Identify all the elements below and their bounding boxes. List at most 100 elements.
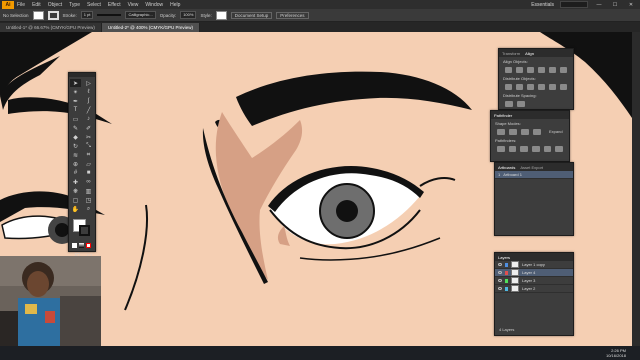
layer-row[interactable]: Layer 1 copy [495,261,573,269]
vertical-scrollbar[interactable] [632,32,640,346]
lasso-icon[interactable]: ℓ [83,88,94,96]
distribute-hcenter-icon[interactable] [549,84,556,90]
tab-untitled-2[interactable]: Untitled-2* @ 400% (CMYK/GPU Preview) [101,23,200,32]
visibility-eye-icon[interactable] [498,279,502,282]
visibility-eye-icon[interactable] [498,287,502,290]
preferences-button[interactable]: Preferences [276,11,309,19]
width-icon[interactable]: ≋ [70,151,81,159]
layer-row[interactable]: Layer 4 [495,269,573,277]
tab-artboards[interactable]: Artboards [498,165,515,170]
rotate-icon[interactable]: ↻ [70,142,81,150]
scissors-icon[interactable]: ✂ [83,133,94,141]
pencil-icon[interactable]: ✐ [83,124,94,132]
menu-view[interactable]: View [128,2,139,8]
menu-file[interactable]: File [17,2,25,8]
intersect-icon[interactable] [521,129,529,135]
line-icon[interactable]: ╱ [83,106,94,114]
direct-selection-icon[interactable]: ▷ [83,79,94,87]
stroke-icon[interactable] [79,225,90,236]
maximize-button[interactable]: ☐ [610,2,620,8]
layer-row[interactable]: Layer 2 [495,285,573,293]
free-transform-icon[interactable]: ⌗ [83,151,94,159]
stroke-weight-field[interactable]: 1 pt [80,11,94,19]
pen-icon[interactable]: ✒ [70,97,81,105]
type-icon[interactable]: T [70,106,81,114]
perspective-icon[interactable]: ▱ [83,160,94,168]
menu-object[interactable]: Object [48,2,62,8]
shaper-icon[interactable]: ✎ [70,124,81,132]
visibility-eye-icon[interactable] [498,263,502,266]
search-stock-input[interactable] [560,1,588,8]
space-vertical-icon[interactable] [505,101,513,107]
brush-definition-dropdown[interactable]: Calligraphic... [125,11,156,19]
merge-icon[interactable] [520,146,529,152]
symbol-sprayer-icon[interactable]: ❋ [70,187,81,195]
exclude-icon[interactable] [533,129,541,135]
tab-asset-export[interactable]: Asset Export [520,165,543,170]
minus-back-icon[interactable] [555,146,564,152]
expand-button[interactable]: Expand [549,129,563,135]
fill-swatch[interactable] [32,10,44,20]
visibility-eye-icon[interactable] [498,271,502,274]
eyedropper-icon[interactable]: ✚ [70,178,81,186]
menu-type[interactable]: Type [69,2,80,8]
align-vcenter-icon[interactable] [549,67,556,73]
close-button[interactable]: ✕ [626,2,636,8]
menu-window[interactable]: Window [145,2,163,8]
space-horizontal-icon[interactable] [517,101,525,107]
tab-align[interactable]: Align [525,51,534,56]
selection-icon[interactable]: ➤ [70,79,81,87]
distribute-top-icon[interactable] [505,84,512,90]
tab-untitled-1[interactable]: Untitled-1* @ 66.67% (CMYK/GPU Preview) [0,23,102,32]
distribute-vcenter-icon[interactable] [516,84,523,90]
menu-select[interactable]: Select [87,2,101,8]
menu-effect[interactable]: Effect [108,2,121,8]
menu-edit[interactable]: Edit [32,2,41,8]
menu-help[interactable]: Help [170,2,180,8]
distribute-bottom-icon[interactable] [527,84,534,90]
zoom-icon[interactable]: ⌕ [83,205,94,213]
scale-icon[interactable]: ⤡ [83,142,94,150]
paintbrush-icon[interactable]: ♪ [83,115,94,123]
gradient-mode-icon[interactable] [79,243,84,248]
slice-icon[interactable]: ◳ [83,196,94,204]
layer-row[interactable]: Layer 3 [495,277,573,285]
trim-icon[interactable] [508,146,517,152]
align-hcenter-icon[interactable] [516,67,523,73]
tab-transform[interactable]: Transform [502,51,520,56]
variable-width-profile[interactable] [97,14,122,16]
document-setup-button[interactable]: Document Setup [230,11,273,19]
hand-icon[interactable]: ✋ [70,205,81,213]
minus-front-icon[interactable] [509,129,517,135]
curvature-icon[interactable]: ∫ [83,97,94,105]
mesh-icon[interactable]: # [70,169,81,177]
crop-icon[interactable] [532,146,540,152]
distribute-left-icon[interactable] [538,84,545,90]
align-top-icon[interactable] [538,67,545,73]
workspace-switcher[interactable]: Essentials [531,2,554,8]
opacity-field[interactable]: 100% [180,11,197,19]
gradient-icon[interactable]: ■ [83,169,94,177]
unite-icon[interactable] [497,129,505,135]
blend-icon[interactable]: ∞ [83,178,94,186]
divide-icon[interactable] [497,146,505,152]
none-mode-icon[interactable] [86,243,91,248]
align-bottom-icon[interactable] [560,67,567,73]
align-right-icon[interactable] [527,67,534,73]
align-left-icon[interactable] [505,67,512,73]
artboard-icon[interactable]: ▢ [70,196,81,204]
stroke-swatch[interactable] [47,10,59,20]
outline-icon[interactable] [543,146,552,152]
fill-stroke-widget[interactable] [71,217,93,239]
color-mode-icon[interactable] [72,243,77,248]
artboard-row[interactable]: 1 Artboard 1 [495,171,573,179]
eraser-icon[interactable]: ◆ [70,133,81,141]
rectangle-icon[interactable]: ▭ [70,115,81,123]
minimize-button[interactable]: — [594,2,604,8]
magic-wand-icon[interactable]: ✴ [70,88,81,96]
system-clock[interactable]: 2:26 PM 10/16/2018 [606,348,640,358]
shape-builder-icon[interactable]: ⊕ [70,160,81,168]
graph-icon[interactable]: ▥ [83,187,94,195]
graphic-style-swatch[interactable] [215,10,227,20]
distribute-right-icon[interactable] [560,84,567,90]
